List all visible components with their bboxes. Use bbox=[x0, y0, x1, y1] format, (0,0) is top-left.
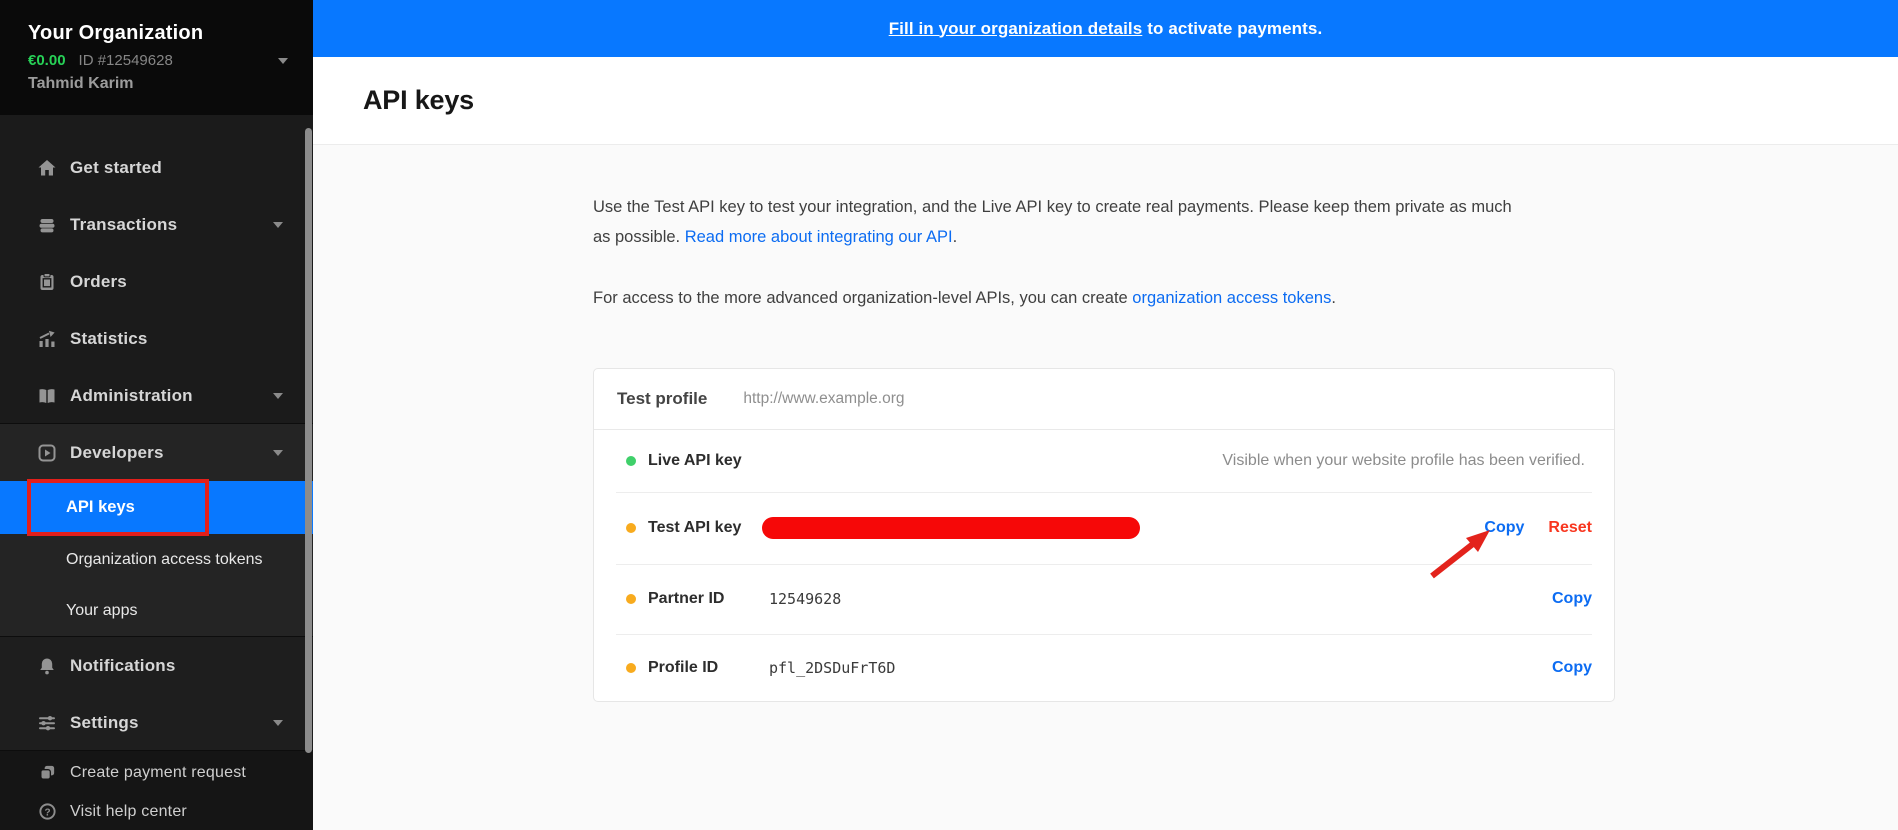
sidebar-section-utility: Create payment request ? Visit help cent… bbox=[0, 751, 313, 830]
profile-name: Test profile bbox=[617, 389, 707, 409]
sidebar-item-developers[interactable]: Developers bbox=[0, 424, 313, 481]
profile-id-row: Profile ID pfl_2DSDuFrT6D Copy bbox=[616, 635, 1592, 701]
book-icon bbox=[37, 386, 57, 406]
sidebar-item-label: Your apps bbox=[66, 602, 137, 620]
sidebar-item-label: Visit help center bbox=[70, 803, 187, 821]
sidebar-item-label: Organization access tokens bbox=[66, 551, 263, 569]
row-label: Profile ID bbox=[648, 659, 760, 677]
profile-status-dot-icon bbox=[626, 663, 636, 673]
intro-text: For access to the more advanced organiza… bbox=[593, 289, 1132, 307]
sidebar-item-visit-help-center[interactable]: ? Visit help center bbox=[0, 792, 313, 830]
svg-text:?: ? bbox=[44, 807, 50, 818]
live-api-key-row: Live API key Visible when your website p… bbox=[616, 430, 1592, 493]
sidebar-section-secondary: Notifications Settings bbox=[0, 637, 313, 751]
sidebar-scrollbar[interactable] bbox=[305, 128, 312, 753]
play-square-icon bbox=[37, 443, 57, 463]
chevron-down-icon bbox=[273, 393, 283, 399]
intro-paragraph-2: For access to the more advanced organiza… bbox=[593, 284, 1513, 314]
sidebar-section-developers: Developers API keys Organization access … bbox=[0, 424, 313, 637]
intro-paragraph-1: Use the Test API key to test your integr… bbox=[593, 193, 1513, 252]
page-header: API keys bbox=[313, 57, 1898, 145]
copy-profile-id-button[interactable]: Copy bbox=[1552, 659, 1592, 677]
sidebar-item-label: Administration bbox=[70, 386, 193, 406]
help-circle-icon: ? bbox=[37, 802, 57, 821]
activation-banner: Fill in your organization details to act… bbox=[313, 0, 1898, 57]
clipboard-icon bbox=[37, 272, 57, 292]
sidebar-item-label: API keys bbox=[66, 498, 135, 517]
org-balance: €0.00 bbox=[28, 52, 66, 69]
sidebar-item-label: Get started bbox=[70, 158, 162, 178]
intro-text: . bbox=[953, 228, 958, 246]
api-keys-card: Test profile http://www.example.org Live… bbox=[593, 368, 1615, 702]
org-switcher[interactable]: Your Organization €0.00 ID #12549628 Tah… bbox=[0, 0, 313, 115]
overlap-squares-icon bbox=[37, 763, 57, 782]
profile-id-value: pfl_2DSDuFrT6D bbox=[760, 659, 895, 677]
sidebar-item-label: Developers bbox=[70, 443, 164, 463]
reset-test-key-button[interactable]: Reset bbox=[1548, 519, 1592, 537]
sidebar-item-organization-access-tokens[interactable]: Organization access tokens bbox=[0, 534, 313, 585]
chart-icon bbox=[37, 329, 57, 349]
banner-org-details-link[interactable]: Fill in your organization details bbox=[889, 19, 1143, 39]
chevron-down-icon bbox=[273, 222, 283, 228]
sidebar-item-label: Notifications bbox=[70, 656, 176, 676]
sidebar-item-label: Orders bbox=[70, 272, 127, 292]
sidebar-item-settings[interactable]: Settings bbox=[0, 694, 313, 751]
sidebar-item-orders[interactable]: Orders bbox=[0, 253, 313, 310]
sidebar-item-your-apps[interactable]: Your apps bbox=[0, 585, 313, 636]
partner-id-value: 12549628 bbox=[760, 590, 841, 608]
coins-icon bbox=[37, 215, 57, 235]
sidebar: Your Organization €0.00 ID #12549628 Tah… bbox=[0, 0, 313, 830]
partner-id-row: Partner ID 12549628 Copy bbox=[616, 565, 1592, 635]
test-api-key-row: Test API key Copy Reset bbox=[616, 493, 1592, 565]
sidebar-item-statistics[interactable]: Statistics bbox=[0, 310, 313, 367]
live-status-dot-icon bbox=[626, 456, 636, 466]
row-label: Partner ID bbox=[648, 590, 760, 608]
copy-test-key-button[interactable]: Copy bbox=[1484, 519, 1524, 537]
test-status-dot-icon bbox=[626, 523, 636, 533]
row-label: Live API key bbox=[648, 452, 760, 470]
home-icon bbox=[37, 158, 57, 178]
sidebar-item-label: Settings bbox=[70, 713, 139, 733]
org-access-tokens-link[interactable]: organization access tokens bbox=[1132, 289, 1331, 307]
bell-icon bbox=[37, 656, 57, 676]
row-label: Test API key bbox=[648, 519, 760, 537]
copy-partner-id-button[interactable]: Copy bbox=[1552, 590, 1592, 608]
sidebar-item-create-payment-request[interactable]: Create payment request bbox=[0, 753, 313, 792]
page-content: Use the Test API key to test your integr… bbox=[313, 145, 1898, 830]
banner-text: to activate payments. bbox=[1147, 19, 1322, 39]
sliders-icon bbox=[37, 713, 57, 733]
sidebar-item-api-keys[interactable]: API keys bbox=[0, 481, 313, 534]
chevron-down-icon[interactable] bbox=[278, 58, 288, 64]
main-area: Fill in your organization details to act… bbox=[313, 0, 1898, 830]
org-id: ID #12549628 bbox=[79, 52, 173, 69]
sidebar-item-label: Transactions bbox=[70, 215, 177, 235]
api-docs-link[interactable]: Read more about integrating our API bbox=[685, 228, 953, 246]
sidebar-item-get-started[interactable]: Get started bbox=[0, 139, 313, 196]
sidebar-item-notifications[interactable]: Notifications bbox=[0, 637, 313, 694]
intro-text: . bbox=[1331, 289, 1336, 307]
chevron-down-icon bbox=[273, 450, 283, 456]
test-api-key-redaction bbox=[762, 517, 1140, 539]
live-key-note: Visible when your website profile has be… bbox=[1222, 452, 1592, 470]
sidebar-item-label: Statistics bbox=[70, 329, 148, 349]
sidebar-item-transactions[interactable]: Transactions bbox=[0, 196, 313, 253]
sidebar-item-label: Create payment request bbox=[70, 764, 246, 782]
partner-status-dot-icon bbox=[626, 594, 636, 604]
sidebar-item-administration[interactable]: Administration bbox=[0, 367, 313, 424]
page-title: API keys bbox=[363, 85, 474, 116]
sidebar-section-main: Get started Transactions Orders Statisti… bbox=[0, 115, 313, 424]
chevron-down-icon bbox=[273, 720, 283, 726]
org-user-name: Tahmid Karim bbox=[28, 75, 285, 93]
org-name: Your Organization bbox=[28, 22, 285, 45]
profile-url: http://www.example.org bbox=[743, 390, 904, 408]
profile-header: Test profile http://www.example.org bbox=[594, 369, 1614, 430]
